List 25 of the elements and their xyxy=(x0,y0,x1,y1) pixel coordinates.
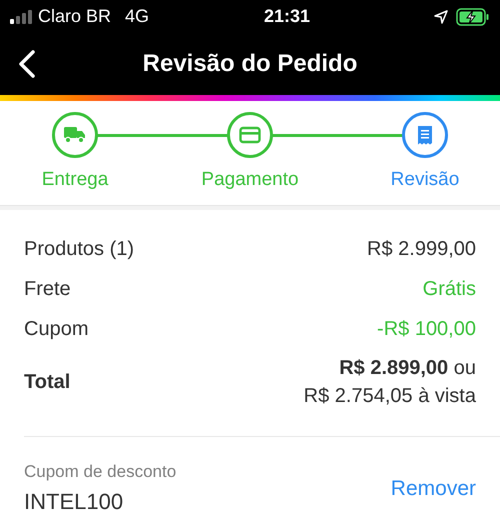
network-type: 4G xyxy=(125,5,150,28)
summary-label: Produtos (1) xyxy=(24,237,134,262)
truck-icon xyxy=(64,126,86,144)
total-price: R$ 2.899,00 ou xyxy=(339,356,476,381)
screen-title: Revisão do Pedido xyxy=(142,49,358,79)
step-label: Pagamento xyxy=(201,168,299,192)
step-label: Entrega xyxy=(42,168,108,192)
receipt-icon xyxy=(416,125,434,145)
step-label: Revisão xyxy=(390,168,460,192)
signal-icon xyxy=(10,10,32,24)
credit-card-icon xyxy=(239,126,261,144)
summary-value: Grátis xyxy=(422,277,476,302)
location-icon xyxy=(434,10,448,24)
cash-price: R$ 2.754,05 à vista xyxy=(304,384,476,409)
summary-label: Frete xyxy=(24,277,71,302)
back-icon[interactable] xyxy=(18,50,36,78)
remove-button[interactable]: Remover xyxy=(390,472,476,504)
summary-value: -R$ 100,00 xyxy=(377,317,476,342)
summary-label: Cupom xyxy=(24,317,88,342)
total-label: Total xyxy=(24,370,70,395)
summary-value: R$ 2.999,00 xyxy=(367,237,476,262)
carrier-name: Claro BR xyxy=(38,5,112,28)
coupon-code: INTEL100 xyxy=(24,488,124,516)
coupon-label: Cupom de desconto xyxy=(24,461,176,483)
clock: 21:31 xyxy=(262,5,312,28)
